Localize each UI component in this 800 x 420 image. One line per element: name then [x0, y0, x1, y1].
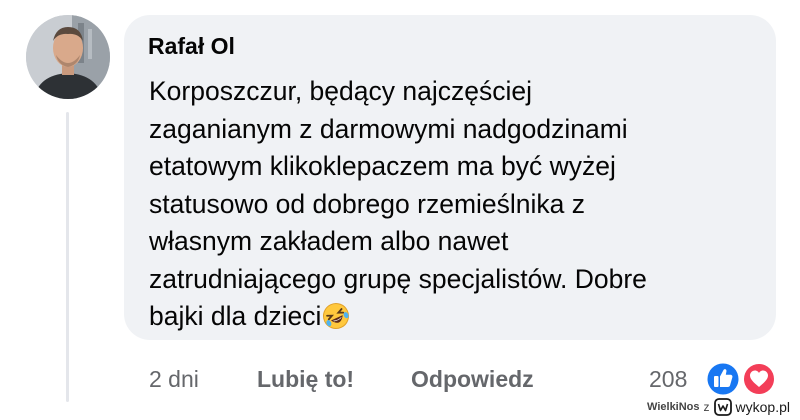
comment-line: zaganianym z darmowymi nadgodzinami [149, 113, 628, 144]
comment-line: statusowo od dobrego rzemieślnika z [149, 188, 586, 219]
like-button[interactable]: Lubię to! [257, 366, 354, 393]
reply-thread-line [66, 112, 69, 402]
comment-text: Korposzczur, będący najczęściej zaganian… [149, 73, 749, 336]
watermark: WielkiNos z wykop.pl [647, 398, 790, 416]
reply-button[interactable]: Odpowiedz [411, 366, 534, 393]
author-avatar[interactable] [26, 15, 110, 99]
comment-line: zatrudniającego grupę specjalistów. Dobr… [149, 263, 647, 294]
avatar-photo [26, 15, 110, 99]
comment-line: bajki dla dzieci [149, 301, 322, 331]
comment-timestamp[interactable]: 2 dni [149, 366, 199, 393]
reaction-icons[interactable] [704, 360, 778, 398]
rolling-on-floor-laughing-emoji [323, 303, 350, 329]
comment-actions-bar: 2 dni Lubię to! Odpowiedz 208 [0, 366, 800, 396]
like-reaction-icon [705, 361, 741, 397]
wykop-logo-icon [713, 398, 732, 416]
comment-line: własnym zakładem albo nawet [149, 226, 509, 256]
comment-line: Korposzczur, będący najczęściej [149, 76, 532, 106]
comment-author-name[interactable]: Rafał Ol [148, 33, 235, 60]
watermark-separator: z [703, 400, 710, 414]
love-reaction-icon [742, 362, 776, 396]
comment-last-line: bajki dla dzieci [149, 298, 749, 336]
watermark-brand: wykop.pl [735, 399, 790, 415]
reaction-count[interactable]: 208 [649, 366, 687, 393]
comment-line: etatowym klikoklepaczem ma być wyżej [149, 151, 616, 181]
watermark-user: WielkiNos [647, 401, 700, 413]
